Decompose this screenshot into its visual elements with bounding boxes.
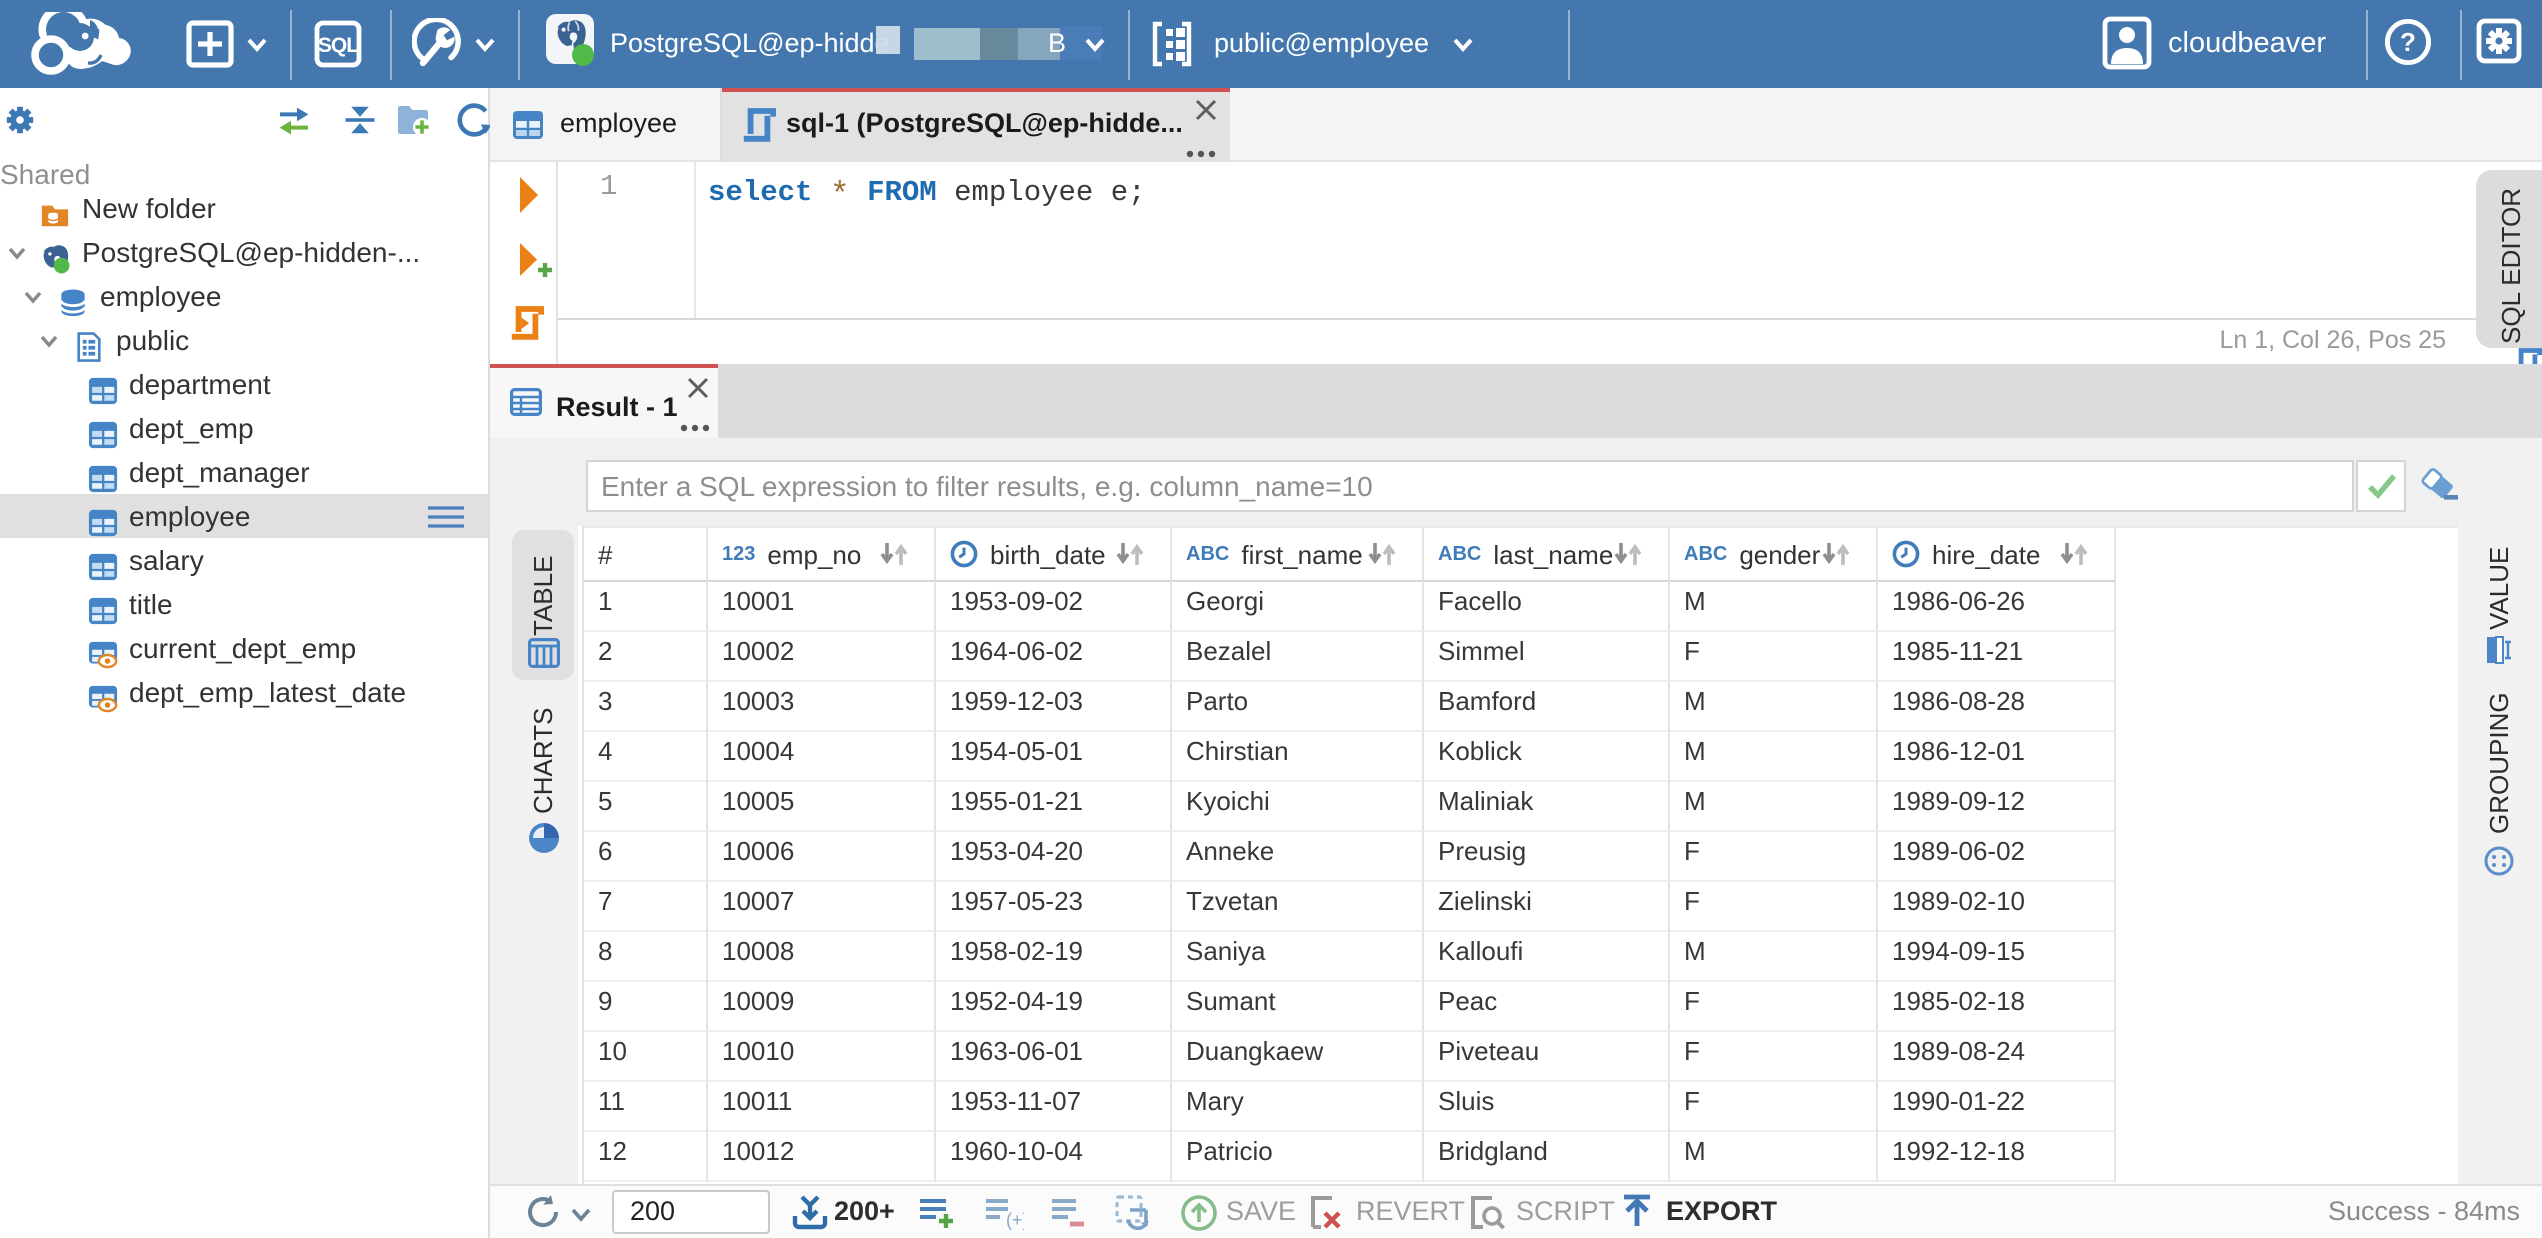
- svg-text:?: ?: [2400, 27, 2416, 57]
- svg-text:(+): (+): [1006, 1210, 1024, 1230]
- svg-text:SQL: SQL: [318, 34, 359, 57]
